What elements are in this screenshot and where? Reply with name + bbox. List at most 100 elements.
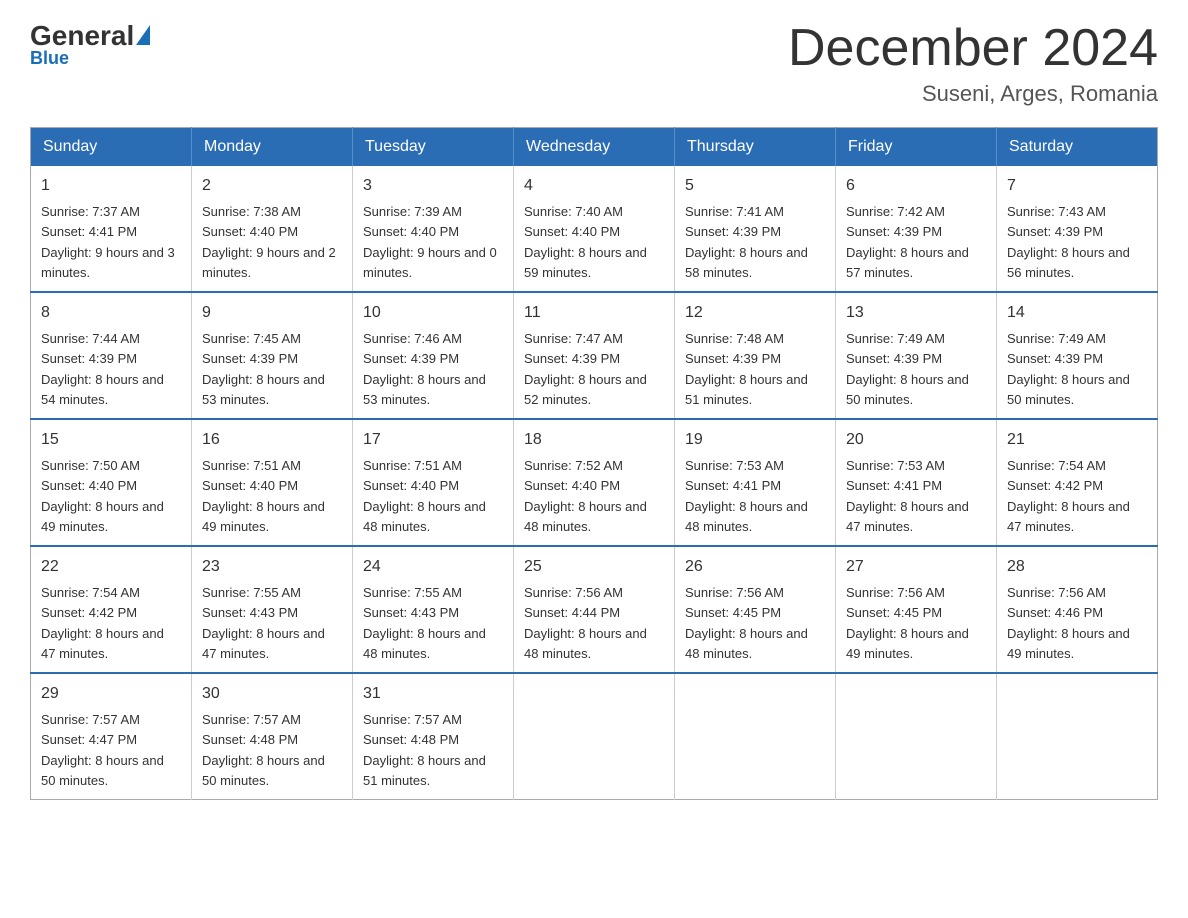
calendar-cell: 16 Sunrise: 7:51 AMSunset: 4:40 PMDayligh… xyxy=(192,419,353,546)
day-number: 14 xyxy=(1007,301,1147,325)
calendar-cell: 12Sunrise: 7:48 AMSunset: 4:39 PMDayligh… xyxy=(675,292,836,419)
weekday-header-thursday: Thursday xyxy=(675,128,836,167)
calendar-cell: 31Sunrise: 7:57 AMSunset: 4:48 PMDayligh… xyxy=(353,673,514,800)
day-number: 2 xyxy=(202,174,342,198)
calendar-cell xyxy=(836,673,997,800)
calendar-cell: 7 Sunrise: 7:43 AMSunset: 4:39 PMDaylight… xyxy=(997,166,1158,292)
day-number: 23 xyxy=(202,555,342,579)
day-number: 24 xyxy=(363,555,503,579)
weekday-header-saturday: Saturday xyxy=(997,128,1158,167)
calendar-cell: 28 Sunrise: 7:56 AMSunset: 4:46 PMDayligh… xyxy=(997,546,1158,673)
calendar-cell: 25 Sunrise: 7:56 AMSunset: 4:44 PMDayligh… xyxy=(514,546,675,673)
logo-triangle-icon xyxy=(136,25,150,45)
day-info: Sunrise: 7:57 AMSunset: 4:48 PMDaylight:… xyxy=(202,712,325,788)
day-info: Sunrise: 7:45 AMSunset: 4:39 PMDaylight:… xyxy=(202,331,325,407)
calendar-cell: 20 Sunrise: 7:53 AMSunset: 4:41 PMDayligh… xyxy=(836,419,997,546)
calendar-cell: 8Sunrise: 7:44 AMSunset: 4:39 PMDaylight… xyxy=(31,292,192,419)
page-header: General Blue December 2024 Suseni, Arges… xyxy=(30,20,1158,107)
day-info: Sunrise: 7:46 AMSunset: 4:39 PMDaylight:… xyxy=(363,331,486,407)
day-number: 22 xyxy=(41,555,181,579)
calendar-cell xyxy=(514,673,675,800)
day-info: Sunrise: 7:53 AMSunset: 4:41 PMDaylight:… xyxy=(685,458,808,534)
day-info: Sunrise: 7:47 AMSunset: 4:39 PMDaylight:… xyxy=(524,331,647,407)
calendar-cell: 5Sunrise: 7:41 AMSunset: 4:39 PMDaylight… xyxy=(675,166,836,292)
day-number: 15 xyxy=(41,428,181,452)
calendar-cell: 15 Sunrise: 7:50 AMSunset: 4:40 PMDayligh… xyxy=(31,419,192,546)
logo-blue-text: Blue xyxy=(30,48,69,69)
day-info: Sunrise: 7:56 AMSunset: 4:44 PMDaylight:… xyxy=(524,585,647,661)
calendar-week-row: 22 Sunrise: 7:54 AMSunset: 4:42 PMDayligh… xyxy=(31,546,1158,673)
day-info: Sunrise: 7:48 AMSunset: 4:39 PMDaylight:… xyxy=(685,331,808,407)
day-number: 28 xyxy=(1007,555,1147,579)
calendar-cell xyxy=(675,673,836,800)
weekday-header-tuesday: Tuesday xyxy=(353,128,514,167)
day-number: 16 xyxy=(202,428,342,452)
day-info: Sunrise: 7:51 AMSunset: 4:40 PMDaylight:… xyxy=(202,458,325,534)
day-info: Sunrise: 7:54 AMSunset: 4:42 PMDaylight:… xyxy=(1007,458,1130,534)
calendar-cell: 27 Sunrise: 7:56 AMSunset: 4:45 PMDayligh… xyxy=(836,546,997,673)
calendar-cell: 29Sunrise: 7:57 AMSunset: 4:47 PMDayligh… xyxy=(31,673,192,800)
day-info: Sunrise: 7:37 AMSunset: 4:41 PMDaylight:… xyxy=(41,204,175,280)
logo: General Blue xyxy=(30,20,150,69)
day-number: 25 xyxy=(524,555,664,579)
weekday-header-wednesday: Wednesday xyxy=(514,128,675,167)
day-info: Sunrise: 7:53 AMSunset: 4:41 PMDaylight:… xyxy=(846,458,969,534)
day-number: 21 xyxy=(1007,428,1147,452)
day-info: Sunrise: 7:43 AMSunset: 4:39 PMDaylight:… xyxy=(1007,204,1130,280)
calendar-cell: 3 Sunrise: 7:39 AMSunset: 4:40 PMDaylight… xyxy=(353,166,514,292)
calendar-cell: 14 Sunrise: 7:49 AMSunset: 4:39 PMDayligh… xyxy=(997,292,1158,419)
calendar-cell: 2Sunrise: 7:38 AMSunset: 4:40 PMDaylight… xyxy=(192,166,353,292)
day-number: 20 xyxy=(846,428,986,452)
calendar-cell: 22 Sunrise: 7:54 AMSunset: 4:42 PMDayligh… xyxy=(31,546,192,673)
day-number: 10 xyxy=(363,301,503,325)
day-info: Sunrise: 7:57 AMSunset: 4:47 PMDaylight:… xyxy=(41,712,164,788)
day-number: 17 xyxy=(363,428,503,452)
day-info: Sunrise: 7:40 AMSunset: 4:40 PMDaylight:… xyxy=(524,204,647,280)
calendar-cell: 23Sunrise: 7:55 AMSunset: 4:43 PMDayligh… xyxy=(192,546,353,673)
day-number: 26 xyxy=(685,555,825,579)
day-number: 13 xyxy=(846,301,986,325)
day-number: 11 xyxy=(524,301,664,325)
calendar-cell: 9Sunrise: 7:45 AMSunset: 4:39 PMDaylight… xyxy=(192,292,353,419)
title-section: December 2024 Suseni, Arges, Romania xyxy=(788,20,1158,107)
day-number: 18 xyxy=(524,428,664,452)
day-number: 1 xyxy=(41,174,181,198)
calendar-cell: 6Sunrise: 7:42 AMSunset: 4:39 PMDaylight… xyxy=(836,166,997,292)
location-subtitle: Suseni, Arges, Romania xyxy=(788,81,1158,107)
calendar-week-row: 8Sunrise: 7:44 AMSunset: 4:39 PMDaylight… xyxy=(31,292,1158,419)
day-info: Sunrise: 7:41 AMSunset: 4:39 PMDaylight:… xyxy=(685,204,808,280)
day-info: Sunrise: 7:54 AMSunset: 4:42 PMDaylight:… xyxy=(41,585,164,661)
calendar-cell: 11 Sunrise: 7:47 AMSunset: 4:39 PMDayligh… xyxy=(514,292,675,419)
month-year-title: December 2024 xyxy=(788,20,1158,77)
calendar-week-row: 1 Sunrise: 7:37 AMSunset: 4:41 PMDaylight… xyxy=(31,166,1158,292)
day-info: Sunrise: 7:56 AMSunset: 4:46 PMDaylight:… xyxy=(1007,585,1130,661)
day-number: 7 xyxy=(1007,174,1147,198)
calendar-cell: 18Sunrise: 7:52 AMSunset: 4:40 PMDayligh… xyxy=(514,419,675,546)
calendar-cell: 10 Sunrise: 7:46 AMSunset: 4:39 PMDayligh… xyxy=(353,292,514,419)
calendar-table: SundayMondayTuesdayWednesdayThursdayFrid… xyxy=(30,127,1158,800)
weekday-header-sunday: Sunday xyxy=(31,128,192,167)
calendar-cell: 19Sunrise: 7:53 AMSunset: 4:41 PMDayligh… xyxy=(675,419,836,546)
weekday-header-friday: Friday xyxy=(836,128,997,167)
calendar-week-row: 29Sunrise: 7:57 AMSunset: 4:47 PMDayligh… xyxy=(31,673,1158,800)
calendar-cell: 21 Sunrise: 7:54 AMSunset: 4:42 PMDayligh… xyxy=(997,419,1158,546)
day-info: Sunrise: 7:44 AMSunset: 4:39 PMDaylight:… xyxy=(41,331,164,407)
day-info: Sunrise: 7:42 AMSunset: 4:39 PMDaylight:… xyxy=(846,204,969,280)
calendar-cell: 26Sunrise: 7:56 AMSunset: 4:45 PMDayligh… xyxy=(675,546,836,673)
day-info: Sunrise: 7:39 AMSunset: 4:40 PMDaylight:… xyxy=(363,204,497,280)
calendar-week-row: 15 Sunrise: 7:50 AMSunset: 4:40 PMDayligh… xyxy=(31,419,1158,546)
day-info: Sunrise: 7:49 AMSunset: 4:39 PMDaylight:… xyxy=(1007,331,1130,407)
calendar-cell: 4Sunrise: 7:40 AMSunset: 4:40 PMDaylight… xyxy=(514,166,675,292)
day-number: 3 xyxy=(363,174,503,198)
day-number: 31 xyxy=(363,682,503,706)
calendar-cell: 24 Sunrise: 7:55 AMSunset: 4:43 PMDayligh… xyxy=(353,546,514,673)
weekday-header-monday: Monday xyxy=(192,128,353,167)
calendar-cell: 1 Sunrise: 7:37 AMSunset: 4:41 PMDaylight… xyxy=(31,166,192,292)
day-number: 30 xyxy=(202,682,342,706)
day-number: 27 xyxy=(846,555,986,579)
calendar-cell: 30 Sunrise: 7:57 AMSunset: 4:48 PMDayligh… xyxy=(192,673,353,800)
day-info: Sunrise: 7:50 AMSunset: 4:40 PMDaylight:… xyxy=(41,458,164,534)
day-info: Sunrise: 7:56 AMSunset: 4:45 PMDaylight:… xyxy=(846,585,969,661)
calendar-cell: 13Sunrise: 7:49 AMSunset: 4:39 PMDayligh… xyxy=(836,292,997,419)
day-info: Sunrise: 7:55 AMSunset: 4:43 PMDaylight:… xyxy=(363,585,486,661)
